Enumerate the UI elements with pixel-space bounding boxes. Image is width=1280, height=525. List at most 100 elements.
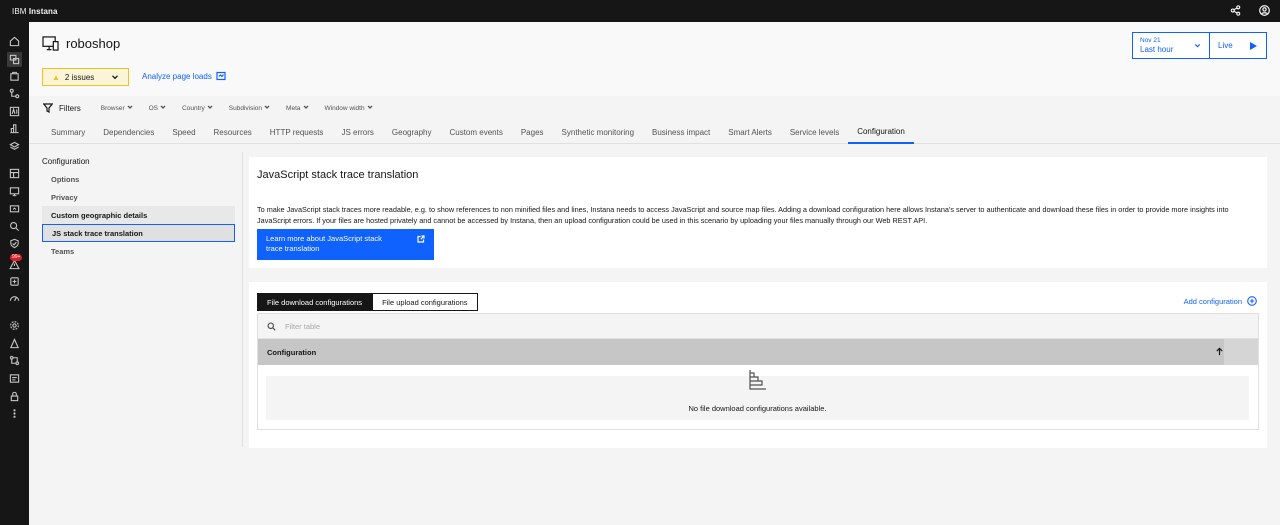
- chevron-down-icon: [111, 73, 119, 83]
- gauge-icon[interactable]: [9, 293, 20, 304]
- chevron-down-icon: [264, 104, 270, 112]
- empty-table-icon: [749, 370, 766, 390]
- external-link-icon: [417, 235, 425, 243]
- tab-configuration[interactable]: Configuration: [848, 120, 914, 144]
- learn-more-label: Learn more about JavaScript stack trace …: [266, 234, 382, 253]
- config-type-switcher: File download configurations File upload…: [257, 293, 478, 311]
- user-avatar-icon[interactable]: [1259, 4, 1270, 18]
- tab-smart-alerts[interactable]: Smart Alerts: [719, 120, 781, 144]
- side-item-custom-geographic[interactable]: Custom geographic details: [42, 206, 235, 224]
- side-item-privacy[interactable]: Privacy: [42, 188, 235, 206]
- time-date: Nov 21: [1140, 37, 1161, 44]
- website-monitor-icon: [42, 36, 59, 51]
- side-item-teams[interactable]: Teams: [42, 242, 235, 260]
- analyze-icon: [216, 71, 226, 81]
- chevron-down-icon: [303, 104, 309, 112]
- integrations-icon[interactable]: [9, 355, 20, 366]
- brand-logo[interactable]: IBM Instana: [0, 7, 58, 16]
- app-name: roboshop: [66, 36, 121, 51]
- time-range-dropdown[interactable]: Nov 21 Last hour: [1133, 33, 1210, 58]
- issues-dropdown[interactable]: ▲ 2 issues: [42, 68, 129, 86]
- learn-more-button[interactable]: Learn more about JavaScript stack trace …: [257, 229, 434, 260]
- tab-summary[interactable]: Summary: [42, 120, 94, 144]
- lock-icon[interactable]: [9, 391, 20, 402]
- filter-subdivision[interactable]: Subdivision: [229, 104, 270, 112]
- configurations-card: File download configurations File upload…: [249, 282, 1267, 448]
- tab-js-errors[interactable]: JS errors: [332, 120, 382, 144]
- chevron-down-icon: [1194, 42, 1201, 51]
- tab-http-requests[interactable]: HTTP requests: [261, 120, 333, 144]
- tab-service-levels[interactable]: Service levels: [781, 120, 848, 144]
- infrastructure-icon[interactable]: [9, 123, 20, 134]
- filter-label: Browser: [100, 104, 125, 112]
- section-description: To make JavaScript stack traces more rea…: [257, 205, 1229, 225]
- filter-label: Window width: [324, 104, 365, 112]
- security-shield-icon[interactable]: [9, 238, 20, 249]
- header-spacer: [1224, 339, 1258, 365]
- page-title: roboshop: [42, 36, 120, 51]
- add-configuration-label: Add configuration: [1183, 296, 1242, 306]
- filter-country[interactable]: Country: [182, 104, 213, 112]
- filter-meta[interactable]: Meta: [286, 104, 308, 112]
- home-icon[interactable]: [9, 36, 20, 47]
- filter-label: Country: [182, 104, 205, 112]
- filter-label: Subdivision: [228, 104, 263, 112]
- tab-speed[interactable]: Speed: [163, 120, 204, 144]
- filter-icon: [43, 103, 53, 113]
- sort-arrow-up-icon[interactable]: [1215, 347, 1224, 358]
- section-title: JavaScript stack trace translation: [257, 169, 419, 181]
- agent-icon[interactable]: [9, 338, 20, 349]
- synthetic-icon[interactable]: [9, 186, 20, 197]
- alerts-count-badge: 99+: [10, 254, 23, 261]
- chevron-down-icon: [127, 104, 133, 112]
- filter-dropdowns: Browser OS Country Subdivision Meta Window wi…: [101, 104, 389, 112]
- top-bar: IBM Instana: [0, 0, 1280, 22]
- tab-business-impact[interactable]: Business impact: [643, 120, 719, 144]
- tab-pages[interactable]: Pages: [512, 120, 553, 144]
- filter-label: OS: [148, 104, 159, 112]
- more-vertical-icon[interactable]: [9, 408, 20, 419]
- release-notes-icon[interactable]: [9, 373, 20, 384]
- column-configuration[interactable]: Configuration: [258, 348, 1258, 357]
- tab-geography[interactable]: Geography: [383, 120, 441, 144]
- automation-icon[interactable]: [9, 276, 20, 287]
- analyze-page-loads-link[interactable]: Analyze page loads: [142, 71, 226, 81]
- tab-synthetic-monitoring[interactable]: Synthetic monitoring: [553, 120, 643, 144]
- stack-trace-info-card: JavaScript stack trace translation To ma…: [249, 157, 1267, 268]
- share-icon[interactable]: [1230, 4, 1241, 18]
- filter-placeholder: Filter table: [285, 321, 321, 331]
- empty-message: No file download configurations availabl…: [688, 404, 827, 413]
- ai-icon[interactable]: [9, 106, 20, 117]
- warning-icon: ▲: [52, 72, 60, 82]
- live-button[interactable]: Live: [1210, 33, 1266, 58]
- add-configuration-button[interactable]: Add configuration: [1184, 296, 1257, 306]
- analyze-label: Analyze page loads: [142, 71, 212, 81]
- live-label: Live: [1218, 41, 1233, 50]
- filter-bar: Filters Browser OS Country Subdivision Meta W…: [29, 96, 1280, 120]
- filters-button[interactable]: Filters: [43, 103, 81, 113]
- side-menu-heading: Configuration: [42, 156, 90, 166]
- tab-file-upload[interactable]: File upload configurations: [372, 293, 478, 311]
- mobile-apps-icon[interactable]: [9, 71, 20, 82]
- dashboards-icon[interactable]: [9, 168, 20, 179]
- analytics-search-icon[interactable]: [9, 221, 20, 232]
- services-icon[interactable]: [9, 88, 20, 99]
- filter-window-width[interactable]: Window width: [325, 104, 373, 112]
- deployments-icon[interactable]: [9, 204, 20, 215]
- tab-resources[interactable]: Resources: [205, 120, 261, 144]
- filter-label: Meta: [286, 104, 301, 112]
- divider: [242, 152, 243, 447]
- config-table: Filter table Configuration No file downl…: [257, 313, 1259, 430]
- table-filter[interactable]: Filter table: [258, 314, 1258, 339]
- tab-file-download[interactable]: File download configurations: [257, 293, 373, 311]
- time-picker: Nov 21 Last hour Live: [1132, 32, 1267, 59]
- side-item-js-stack-trace[interactable]: JS stack trace translation: [42, 224, 235, 242]
- filter-browser[interactable]: Browser: [101, 104, 133, 112]
- tab-custom-events[interactable]: Custom events: [440, 120, 511, 144]
- settings-gear-icon[interactable]: [9, 320, 20, 331]
- filter-os[interactable]: OS: [149, 104, 166, 112]
- tab-dependencies[interactable]: Dependencies: [94, 120, 163, 144]
- side-item-options[interactable]: Options: [42, 170, 235, 188]
- websites-icon[interactable]: [7, 52, 22, 67]
- platforms-icon[interactable]: [9, 141, 20, 152]
